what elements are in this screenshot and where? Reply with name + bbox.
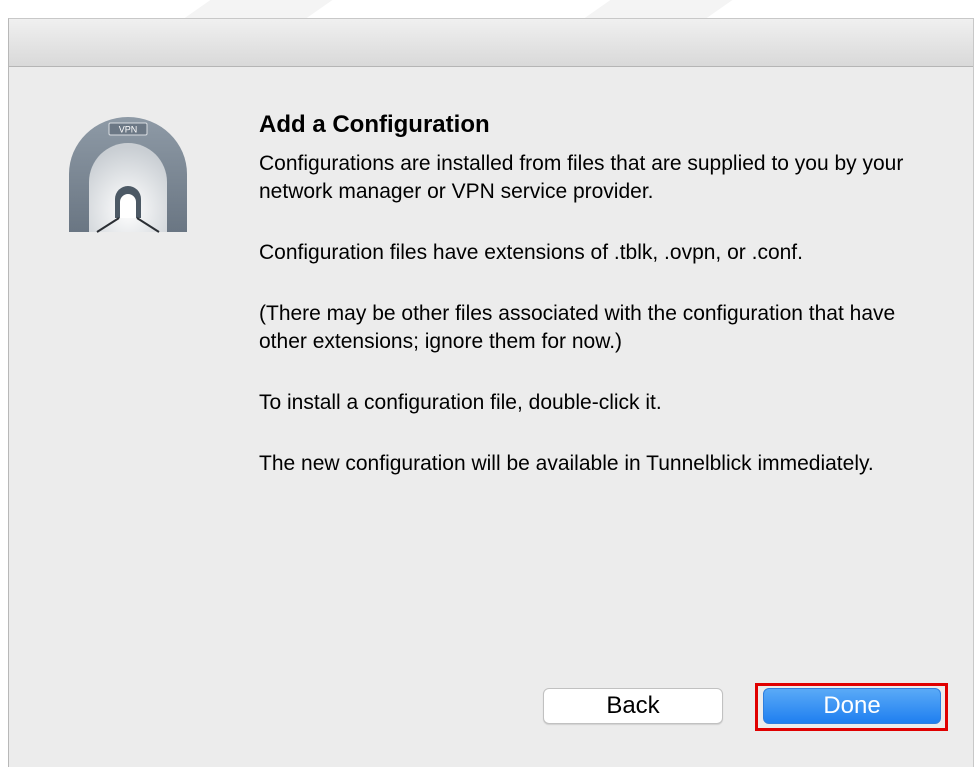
instruction-paragraph: The new configuration will be available … xyxy=(259,452,874,475)
instruction-paragraph: Configuration files have extensions of .… xyxy=(259,241,803,264)
dialog-content: Add a Configuration Configurations are i… xyxy=(259,111,939,511)
done-button[interactable]: Done xyxy=(763,688,941,724)
instruction-paragraph: (There may be other files associated wit… xyxy=(259,302,896,353)
instruction-paragraph: Configurations are installed from files … xyxy=(259,152,904,203)
tunnelblick-vpn-icon: VPN xyxy=(69,117,187,233)
back-button[interactable]: Back xyxy=(543,688,723,724)
add-configuration-dialog: VPN Add a Configuration Configurations a… xyxy=(8,18,974,767)
dialog-title: Add a Configuration xyxy=(259,111,490,138)
window-titlebar[interactable] xyxy=(9,19,973,67)
instruction-paragraph: To install a configuration file, double-… xyxy=(259,391,662,414)
vpn-label: VPN xyxy=(119,125,138,135)
